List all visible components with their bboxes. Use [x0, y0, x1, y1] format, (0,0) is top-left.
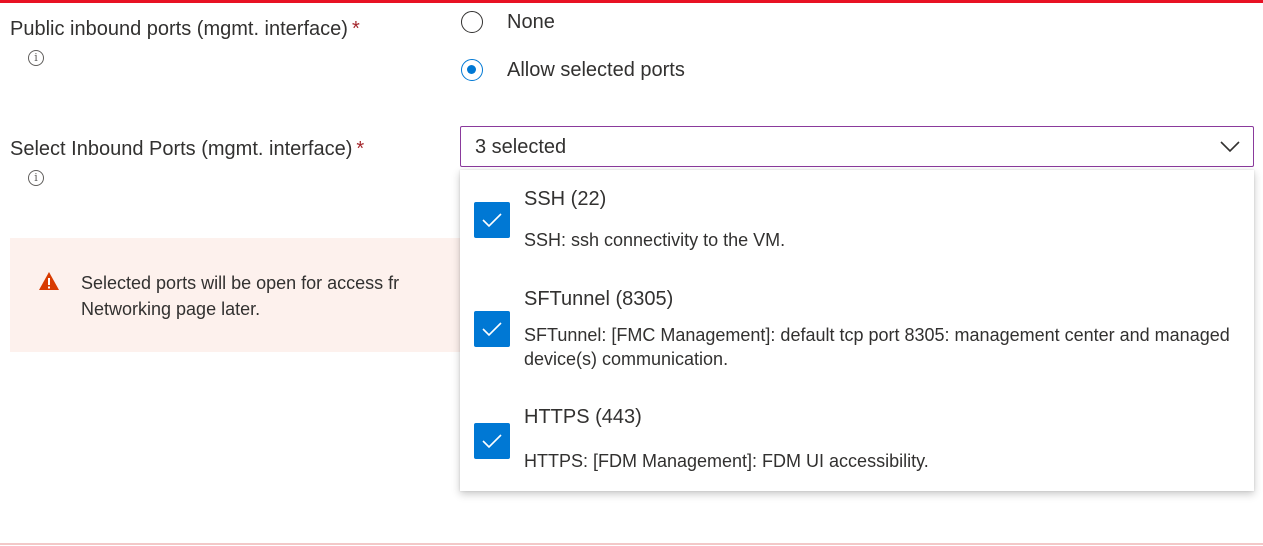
option-description: SSH: ssh connectivity to the VM.: [524, 230, 786, 250]
inbound-ports-dropdown[interactable]: 3 selected: [460, 126, 1254, 167]
warning-icon: [39, 272, 59, 290]
public-ports-label: Public inbound ports (mgmt. interface) *: [10, 16, 360, 42]
radio-allow-selected-ports-label: Allow selected ports: [507, 58, 685, 81]
radio-none-label: None: [507, 10, 555, 33]
dropdown-value: 3 selected: [475, 136, 567, 158]
required-asterisk: *: [351, 18, 360, 40]
dropdown-options-panel: SSH (22) SSH: ssh connectivity to the VM…: [460, 170, 1254, 491]
warning-text: Selected ports will be open for access f…: [81, 270, 466, 322]
option-title: SSH (22): [524, 188, 607, 210]
radio-allow-selected-ports-circle[interactable]: [461, 59, 483, 81]
page: Public inbound ports (mgmt. interface) * …: [0, 0, 1263, 546]
top-border: [0, 0, 1263, 3]
bottom-border: [0, 543, 1263, 545]
select-ports-label-text: Select Inbound Ports (mgmt. interface): [10, 138, 353, 160]
radio-none[interactable]: None: [461, 8, 555, 36]
info-icon[interactable]: i: [28, 170, 44, 186]
public-ports-label-text: Public inbound ports (mgmt. interface): [10, 18, 348, 40]
option-description: HTTPS: [FDM Management]: FDM UI accessib…: [524, 451, 929, 471]
warning-line-1: Selected ports will be open for access f…: [81, 273, 400, 293]
warning-message: Selected ports will be open for access f…: [10, 238, 470, 352]
info-icon[interactable]: i: [28, 50, 44, 66]
radio-none-circle[interactable]: [461, 11, 483, 33]
option-description: SFTunnel: [FMC Management]: default tcp …: [524, 325, 1230, 369]
checkbox-sftunnel[interactable]: [474, 311, 510, 347]
option-title: SFTunnel (8305): [524, 288, 674, 310]
checkbox-https[interactable]: [474, 423, 510, 459]
radio-allow-selected-ports[interactable]: Allow selected ports: [461, 56, 685, 84]
required-asterisk: *: [356, 138, 365, 160]
checkbox-ssh[interactable]: [474, 202, 510, 238]
chevron-down-icon[interactable]: [1219, 137, 1241, 155]
option-title: HTTPS (443): [524, 406, 642, 428]
checkmark-icon: [482, 434, 502, 449]
warning-line-2: Networking page later.: [81, 299, 261, 319]
select-ports-label: Select Inbound Ports (mgmt. interface) *: [10, 136, 364, 162]
checkmark-icon: [482, 322, 502, 337]
checkmark-icon: [482, 213, 502, 228]
